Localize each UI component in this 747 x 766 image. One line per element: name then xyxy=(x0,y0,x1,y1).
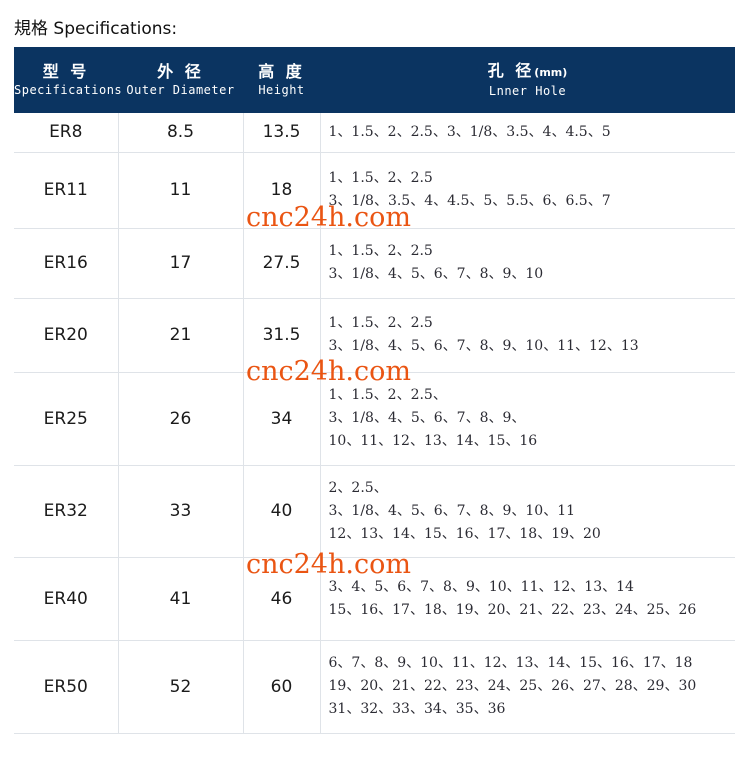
hole-line: 15、16、17、18、19、20、21、22、23、24、25、26 xyxy=(328,601,697,618)
hole-line: 1、1.5、2、2.5 xyxy=(328,170,433,186)
hole-line: 1、1.5、2、2.5、3、1/8、3.5、4、4.5、5 xyxy=(328,123,611,140)
hole-line: 3、4、5、6、7、8、9、10、11、12、13、14 xyxy=(328,578,634,595)
table-row: ER40 41 46 3、4、5、6、7、8、9、10、11、12、13、14 … xyxy=(14,557,735,641)
cell-model: ER16 xyxy=(14,228,119,299)
cell-model: ER20 xyxy=(14,298,119,373)
cell-outer-diameter: 11 xyxy=(118,152,244,229)
hole-line: 10、11、12、13、14、15、16 xyxy=(328,433,538,449)
column-header-inner-hole-en: Lnner Hole xyxy=(488,84,567,98)
hole-line: 3、1/8、4、5、6、7、8、9、10、11、12、13 xyxy=(328,338,639,354)
column-header-model-cn: 型 号 xyxy=(42,62,90,81)
cell-outer-diameter: 41 xyxy=(118,557,244,641)
cell-inner-hole: 1、1.5、2、2.5 3、1/8、3.5、4、4.5、5、5.5、6、6.5、… xyxy=(320,152,735,229)
column-header-inner-hole-unit: (mm) xyxy=(534,66,568,79)
cell-model: ER32 xyxy=(14,465,119,558)
column-header-model-en: Specifications xyxy=(14,83,123,97)
column-header-height-en: Height xyxy=(258,83,305,97)
column-header-outer-diameter-cn: 外 径 xyxy=(157,62,204,81)
hole-line: 1、1.5、2、2.5 xyxy=(328,243,433,259)
cell-model: ER11 xyxy=(14,152,119,229)
column-header-model: 型 号 Specifications xyxy=(14,47,123,113)
column-header-outer-diameter: 外 径 Outer Diameter xyxy=(118,47,243,113)
cell-inner-hole: 2、2.5、 3、1/8、4、5、6、7、8、9、10、11 12、13、14、… xyxy=(320,465,735,558)
cell-height: 13.5 xyxy=(243,113,321,153)
hole-line: 3、1/8、4、5、6、7、8、9、10、11 xyxy=(328,502,576,519)
hole-line: 19、20、21、22、23、24、25、26、27、28、29、30 xyxy=(328,678,697,694)
cell-height: 34 xyxy=(243,372,321,466)
hole-line: 12、13、14、15、16、17、18、19、20 xyxy=(328,525,601,542)
specifications-table: 型 号 Specifications 外 径 Outer Diameter 高 … xyxy=(14,47,735,734)
table-row: ER25 26 34 1、1.5、2、2.5、 3、1/8、4、5、6、7、8、… xyxy=(14,372,735,466)
column-header-inner-hole-cn-text: 孔 径 xyxy=(487,61,535,80)
cell-model: ER8 xyxy=(14,113,119,153)
hole-line: 6、7、8、9、10、11、12、13、14、15、16、17、18 xyxy=(328,655,693,671)
cell-height: 31.5 xyxy=(243,298,321,373)
cell-inner-hole: 1、1.5、2、2.5、 3、1/8、4、5、6、7、8、9、 10、11、12… xyxy=(320,372,735,466)
hole-line: 1、1.5、2、2.5 xyxy=(328,315,433,331)
cell-height: 18 xyxy=(243,152,321,229)
column-header-outer-diameter-en: Outer Diameter xyxy=(126,83,235,97)
header-row: 型 号 Specifications 外 径 Outer Diameter 高 … xyxy=(14,47,735,113)
hole-line: 3、1/8、4、5、6、7、8、9、10 xyxy=(328,266,544,282)
table-row: ER8 8.5 13.5 1、1.5、2、2.5、3、1/8、3.5、4、4.5… xyxy=(14,113,735,153)
cell-outer-diameter: 33 xyxy=(118,465,244,558)
hole-line: 3、1/8、4、5、6、7、8、9、 xyxy=(328,410,526,426)
cell-model: ER50 xyxy=(14,640,119,734)
column-header-height: 高 度 Height xyxy=(243,47,320,113)
column-header-inner-hole-cn: 孔 径(mm) xyxy=(320,60,735,83)
cell-model: ER25 xyxy=(14,372,119,466)
page-title: 規格 Specifications: xyxy=(14,19,178,39)
cell-height: 40 xyxy=(243,465,321,558)
specifications-table-container: 型 号 Specifications 外 径 Outer Diameter 高 … xyxy=(14,47,735,734)
cell-outer-diameter: 17 xyxy=(118,228,244,299)
table-row: ER20 21 31.5 1、1.5、2、2.5 3、1/8、4、5、6、7、8… xyxy=(14,298,735,373)
cell-height: 60 xyxy=(243,640,321,734)
table-body: ER8 8.5 13.5 1、1.5、2、2.5、3、1/8、3.5、4、4.5… xyxy=(14,113,735,734)
cell-model: ER40 xyxy=(14,557,119,641)
cell-outer-diameter: 52 xyxy=(118,640,244,734)
column-header-inner-hole: 孔 径(mm) Lnner Hole xyxy=(320,47,735,113)
cell-inner-hole: 1、1.5、2、2.5、3、1/8、3.5、4、4.5、5 xyxy=(320,113,735,153)
table-row: ER16 17 27.5 1、1.5、2、2.5 3、1/8、4、5、6、7、8… xyxy=(14,228,735,299)
hole-line: 2、2.5、 xyxy=(328,479,388,496)
hole-line: 1、1.5、2、2.5、 xyxy=(328,387,447,403)
hole-line: 31、32、33、34、35、36 xyxy=(328,701,506,717)
cell-inner-hole: 1、1.5、2、2.5 3、1/8、4、5、6、7、8、9、10、11、12、1… xyxy=(320,298,735,373)
specifications-page: 規格 Specifications: 型 号 Specifications 外 … xyxy=(0,0,747,766)
table-row: ER50 52 60 6、7、8、9、10、11、12、13、14、15、16、… xyxy=(14,640,735,734)
cell-outer-diameter: 26 xyxy=(118,372,244,466)
cell-inner-hole: 6、7、8、9、10、11、12、13、14、15、16、17、18 19、20… xyxy=(320,640,735,734)
cell-outer-diameter: 21 xyxy=(118,298,244,373)
cell-height: 27.5 xyxy=(243,228,321,299)
cell-outer-diameter: 8.5 xyxy=(118,113,244,153)
cell-inner-hole: 3、4、5、6、7、8、9、10、11、12、13、14 15、16、17、18… xyxy=(320,557,735,641)
table-header: 型 号 Specifications 外 径 Outer Diameter 高 … xyxy=(14,47,735,113)
cell-height: 46 xyxy=(243,557,321,641)
column-header-height-cn: 高 度 xyxy=(258,62,305,81)
table-row: ER32 33 40 2、2.5、 3、1/8、4、5、6、7、8、9、10、1… xyxy=(14,465,735,558)
hole-line: 3、1/8、3.5、4、4.5、5、5.5、6、6.5、7 xyxy=(328,193,611,209)
cell-inner-hole: 1、1.5、2、2.5 3、1/8、4、5、6、7、8、9、10 xyxy=(320,228,735,299)
table-row: ER11 11 18 1、1.5、2、2.5 3、1/8、3.5、4、4.5、5… xyxy=(14,152,735,229)
